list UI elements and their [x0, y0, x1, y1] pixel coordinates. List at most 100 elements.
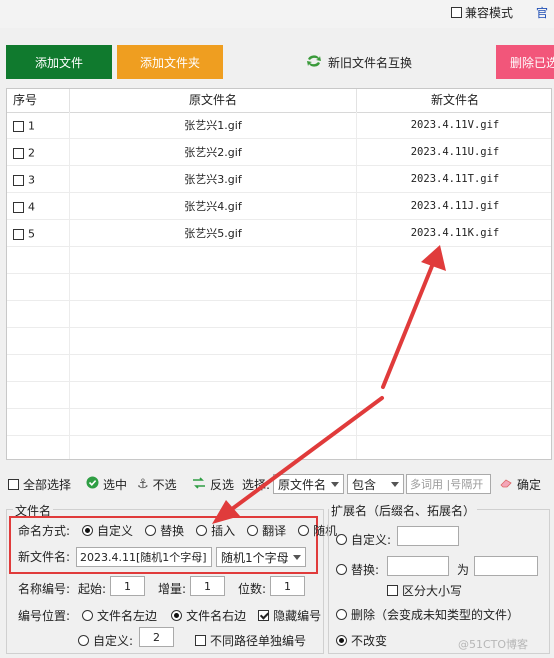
new-name-cell: 2023.4.11T.gif [410, 173, 500, 185]
confirm-label: 确定 [517, 477, 542, 492]
old-name-cell: 张艺兴1.gif [70, 112, 357, 139]
digits-value: 1 [284, 579, 291, 593]
pos-custom-radio[interactable] [78, 635, 89, 646]
old-name-cell: 张艺兴2.gif [70, 139, 357, 166]
ext-replace-to-label: 为 [457, 563, 470, 577]
select-button[interactable]: 选中 [86, 472, 127, 496]
custom-position-value: 2 [153, 630, 160, 644]
ext-delete-row: 删除（会变成未知类型的文件） [336, 606, 519, 623]
empty-row [7, 328, 551, 355]
insert-token-select[interactable]: 随机1个字母 [216, 547, 306, 567]
mode-custom-radio[interactable] [82, 525, 94, 536]
header-old-name: 原文件名 [70, 89, 357, 112]
ext-replace-row: 替换: [336, 561, 379, 578]
empty-row [7, 247, 551, 274]
compat-checkbox[interactable] [451, 7, 462, 18]
ext-replace-to: 为 [457, 561, 469, 578]
digits-group: 位数: [238, 580, 266, 597]
header-new-name: 新文件名 [430, 93, 479, 107]
mode-translate-radio[interactable] [247, 525, 259, 536]
position-label: 编号位置: [18, 609, 71, 623]
row-checkbox[interactable] [13, 201, 24, 213]
keywords-input[interactable]: 多词用 |号隔开 [406, 474, 491, 494]
table-row[interactable]: 2 张艺兴2.gif 2023.4.11U.gif [7, 139, 551, 166]
new-name-cell: 2023.4.11J.gif [410, 200, 500, 212]
case-sensitive-label: 区分大小写 [402, 584, 463, 598]
start-input[interactable]: 1 [110, 576, 145, 596]
ext-custom-row: 自定义: [336, 531, 391, 548]
start-label: 起始: [78, 582, 107, 596]
row-checkbox[interactable] [13, 228, 24, 240]
compat-mode-toggle[interactable]: 兼容模式 [451, 4, 513, 21]
add-folder-button[interactable]: 添加文件夹 [117, 45, 223, 79]
ext-delete-radio[interactable] [336, 609, 347, 620]
ext-nochange-row: 不改变 [336, 632, 387, 649]
mode-random-radio[interactable] [298, 525, 310, 536]
new-name-input[interactable]: 2023.4.11[随机1个字母] [76, 547, 212, 567]
mode-insert-label: 插入 [211, 524, 236, 538]
start-group: 起始: [78, 580, 106, 597]
swap-icon [306, 54, 322, 71]
row-number: 4 [28, 200, 35, 214]
pos-left-radio[interactable] [82, 610, 94, 621]
row-checkbox[interactable] [13, 120, 24, 132]
table-row[interactable]: 5 张艺兴5.gif 2023.4.11K.gif [7, 220, 551, 247]
per-path-checkbox[interactable] [195, 635, 206, 646]
ext-replace-radio[interactable] [336, 564, 347, 575]
compat-label: 兼容模式 [465, 6, 514, 20]
swap-names-button[interactable]: 新旧文件名互换 [306, 54, 412, 71]
old-name-cell: 张艺兴3.gif [70, 166, 357, 193]
per-path-row: 不同路径单独编号 [195, 632, 306, 649]
table-row[interactable]: 3 张艺兴3.gif 2023.4.11T.gif [7, 166, 551, 193]
chevron-down-icon [293, 554, 301, 560]
mode-translate-label: 翻译 [262, 524, 287, 538]
ext-custom-input[interactable] [397, 526, 459, 546]
field-select[interactable]: 原文件名 [273, 474, 344, 494]
step-input[interactable]: 1 [190, 576, 225, 596]
corner-link[interactable]: 官 [536, 4, 548, 21]
numbering-row: 名称编号: [18, 580, 70, 597]
invert-label: 反选 [210, 477, 235, 492]
table-header: 序号 原文件名 新文件名 [7, 89, 551, 113]
new-name-value: 2023.4.11[随机1个字母] [80, 551, 207, 564]
delete-selected-button[interactable]: 删除已选 [496, 45, 554, 79]
pos-right-radio[interactable] [171, 610, 183, 621]
ext-custom-radio[interactable] [336, 534, 347, 545]
digits-input[interactable]: 1 [270, 576, 305, 596]
deselect-button[interactable]: ⚓ 不选 [137, 472, 177, 496]
eraser-icon [499, 477, 513, 492]
ext-nochange-label: 不改变 [351, 634, 388, 648]
table-row[interactable]: 1 张艺兴1.gif 2023.4.11V.gif [7, 112, 551, 139]
custom-position-row: 自定义: [78, 632, 133, 649]
add-file-button[interactable]: 添加文件 [6, 45, 112, 79]
ext-replace-from-input[interactable] [387, 556, 449, 576]
invert-icon [192, 476, 206, 492]
match-select[interactable]: 包含 [347, 474, 404, 494]
step-label: 增量: [158, 582, 187, 596]
row-checkbox[interactable] [13, 174, 24, 186]
select-by-text: 选择: [242, 477, 271, 492]
select-all-checkbox[interactable] [8, 478, 19, 490]
hide-number-checkbox[interactable] [258, 610, 270, 621]
case-sensitive-checkbox[interactable] [387, 585, 398, 596]
step-group: 增量: [158, 580, 186, 597]
field-select-value: 原文件名 [278, 477, 327, 492]
custom-position-input[interactable]: 2 [139, 627, 174, 647]
row-checkbox[interactable] [13, 147, 24, 159]
case-sensitive-row: 区分大小写 [387, 582, 462, 599]
confirm-button[interactable]: 确定 [499, 472, 541, 496]
invert-button[interactable]: 反选 [192, 472, 234, 496]
numbering-label: 名称编号: [18, 582, 71, 596]
step-value: 1 [204, 579, 211, 593]
mode-replace-radio[interactable] [145, 525, 157, 536]
ext-replace-to-input[interactable] [474, 556, 538, 576]
new-name-row: 新文件名: [18, 548, 70, 565]
select-all-label: 全部选择 [23, 477, 72, 492]
ext-nochange-radio[interactable] [336, 635, 347, 646]
select-all[interactable]: 全部选择 [8, 472, 71, 496]
mode-custom-label: 自定义 [97, 524, 134, 538]
mode-insert-radio[interactable] [196, 525, 208, 536]
row-number: 5 [28, 227, 35, 241]
old-name-cell: 张艺兴5.gif [70, 220, 357, 247]
table-row[interactable]: 4 张艺兴4.gif 2023.4.11J.gif [7, 193, 551, 220]
